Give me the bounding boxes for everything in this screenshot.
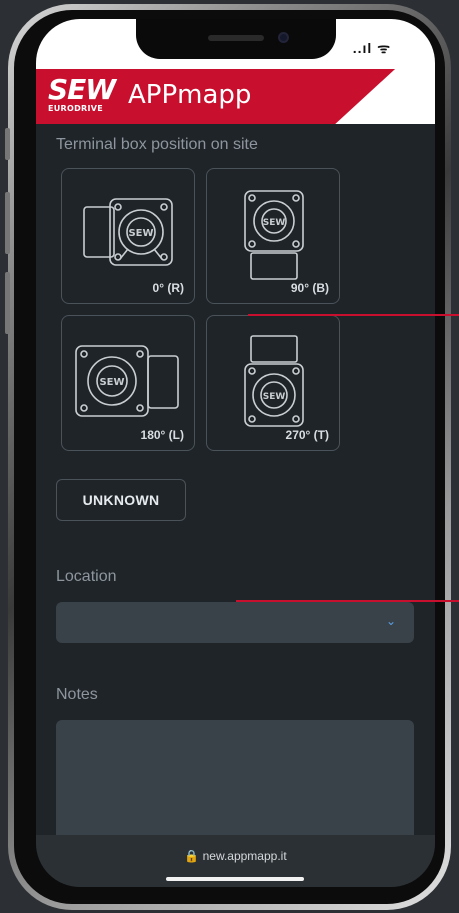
sew-logo[interactable]: SEW EURODRIVE <box>48 76 116 114</box>
volume-down-button <box>5 272 10 334</box>
phone-screen: ..ıl ᯤ SEW EURODRIVE APPmapp Terminal bo… <box>36 19 435 887</box>
svg-text:SEW: SEW <box>263 392 286 402</box>
annotation-line-location <box>236 600 459 602</box>
option-label: 90° (B) <box>290 281 329 295</box>
signal-wifi-icon: ..ıl ᯤ <box>352 40 391 56</box>
option-label: 0° (R) <box>152 281 184 295</box>
chevron-down-icon: ⌄ <box>385 614 396 628</box>
volume-up-button <box>5 192 10 254</box>
home-indicator <box>166 877 304 881</box>
terminal-option-180-l[interactable]: SEW 180° (L) <box>61 315 195 451</box>
option-label: 180° (L) <box>140 428 184 442</box>
speaker <box>208 35 264 41</box>
silent-switch <box>5 128 10 160</box>
notch <box>136 19 336 59</box>
main-content: Terminal box position on site SEW 0° (R)… <box>36 124 435 860</box>
annotation-line-terminal <box>248 314 459 316</box>
screenshot-stage: ..ıl ᯤ SEW EURODRIVE APPmapp Terminal bo… <box>0 0 459 913</box>
location-select[interactable]: ⌄ <box>56 602 414 643</box>
terminal-option-0-r[interactable]: SEW 0° (R) <box>61 168 195 304</box>
terminal-box-label: Terminal box position on site <box>56 136 258 153</box>
app-header: SEW EURODRIVE APPmapp <box>36 69 435 124</box>
notes-label: Notes <box>56 686 98 703</box>
option-label: 270° (T) <box>285 428 329 442</box>
svg-text:SEW: SEW <box>99 377 124 388</box>
location-label: Location <box>56 568 117 585</box>
browser-url-bar[interactable]: 🔒 new.appmapp.it <box>36 835 435 887</box>
front-camera <box>278 32 289 43</box>
app-title: APPmapp <box>128 80 252 110</box>
svg-text:SEW: SEW <box>128 228 153 239</box>
terminal-option-270-t[interactable]: SEW 270° (T) <box>206 315 340 451</box>
svg-text:SEW: SEW <box>263 218 286 228</box>
terminal-option-90-b[interactable]: SEW 90° (B) <box>206 168 340 304</box>
url-text: 🔒 new.appmapp.it <box>184 849 287 863</box>
unknown-button[interactable]: UNKNOWN <box>56 479 186 521</box>
